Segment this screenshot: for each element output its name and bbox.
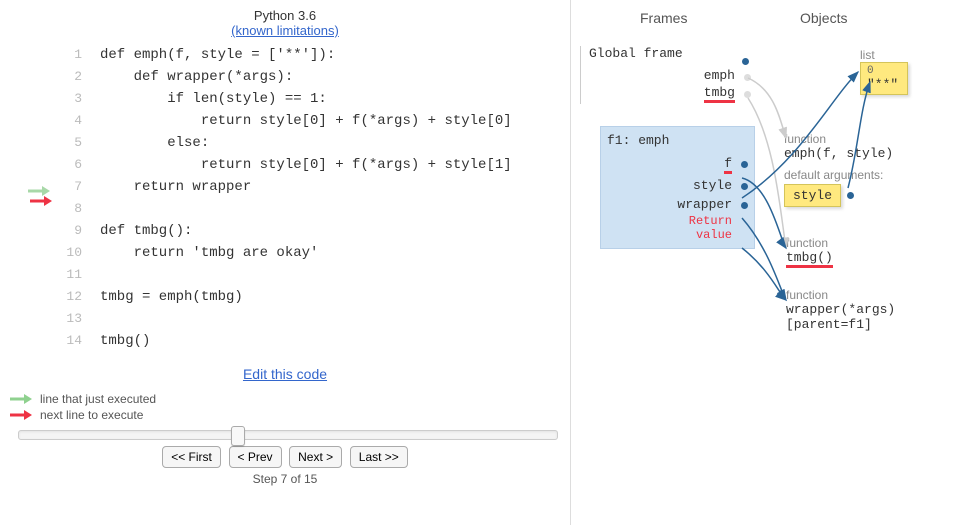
func-emph-sig: emph(f, style) — [784, 146, 893, 161]
step-label: Step 7 of 15 — [10, 472, 560, 486]
code-line-2: def wrapper(*args): — [100, 66, 293, 88]
step-controls: << First < Prev Next > Last >> — [10, 446, 560, 468]
code-area: 1def emph(f, style = ['**']): 2 def wrap… — [10, 44, 560, 352]
python-version: Python 3.6 — [254, 8, 316, 23]
frames-column: Global frame emph tmbg f1: emph f style … — [580, 46, 755, 249]
func-tmbg-sig: tmbg() — [786, 250, 833, 268]
f1-var-wrapper: wrapper — [677, 197, 732, 212]
f1-var-f: f — [724, 156, 732, 174]
last-button[interactable]: Last >> — [350, 446, 408, 468]
default-args-label: default arguments: — [784, 168, 883, 182]
code-line-3: if len(style) == 1: — [100, 88, 327, 110]
next-button[interactable]: Next > — [289, 446, 342, 468]
func-emph-object: function emph(f, style) — [784, 132, 893, 161]
code-line-14: tmbg() — [100, 330, 150, 352]
code-line-5: else: — [100, 132, 209, 154]
list-label: list — [860, 48, 908, 62]
legend-just-executed: line that just executed — [40, 392, 156, 406]
objects-header: Objects — [800, 10, 847, 26]
edit-code-link[interactable]: Edit this code — [243, 366, 327, 382]
f1-return-label: Returnvalue — [601, 214, 754, 242]
default-args: default arguments: style — [784, 168, 883, 207]
global-var-emph: emph — [704, 68, 735, 83]
func-emph-label: function — [784, 132, 893, 146]
legend: line that just executed next line to exe… — [10, 392, 560, 422]
right-panel: Frames Objects Global frame emph tmbg f1… — [570, 0, 961, 525]
first-button[interactable]: << First — [162, 446, 221, 468]
list-value: "**" — [867, 77, 901, 92]
func-wrapper-sig: wrapper(*args) [parent=f1] — [786, 302, 956, 332]
code-line-4: return style[0] + f(*args) + style[0] — [100, 110, 512, 132]
list-object: list 0 "**" — [860, 48, 908, 95]
known-limitations-link[interactable]: (known limitations) — [231, 23, 339, 38]
f1-frame-title: f1: emph — [601, 133, 754, 148]
func-tmbg-object: function tmbg() — [786, 236, 833, 268]
python-header: Python 3.6 (known limitations) — [10, 8, 560, 38]
code-line-1: def emph(f, style = ['**']): — [100, 44, 335, 66]
column-headers: Frames Objects — [640, 10, 961, 26]
code-line-7: return wrapper — [100, 176, 251, 198]
legend-arrow-green-icon — [10, 393, 36, 405]
frames-header: Frames — [640, 10, 780, 26]
code-line-10: return 'tmbg are okay' — [100, 242, 318, 264]
step-slider[interactable] — [18, 430, 558, 440]
f1-frame: f1: emph f style wrapper Returnvalue — [600, 126, 755, 249]
list-index: 0 — [867, 65, 901, 77]
global-frame-title: Global frame — [585, 46, 755, 61]
code-line-6: return style[0] + f(*args) + style[1] — [100, 154, 512, 176]
default-arg-style: style — [784, 184, 841, 207]
slider-thumb[interactable] — [231, 426, 245, 446]
func-tmbg-label: function — [786, 236, 833, 250]
legend-arrow-red-icon — [10, 409, 36, 421]
global-var-tmbg: tmbg — [704, 85, 735, 103]
func-wrapper-label: function — [786, 288, 956, 302]
legend-next-line: next line to execute — [40, 408, 143, 422]
f1-var-style: style — [693, 178, 732, 193]
func-wrapper-object: function wrapper(*args) [parent=f1] — [786, 288, 956, 332]
left-panel: Python 3.6 (known limitations) 1def emph… — [0, 0, 570, 525]
prev-button[interactable]: < Prev — [229, 446, 282, 468]
global-frame: Global frame emph tmbg — [580, 46, 755, 104]
code-line-9: def tmbg(): — [100, 220, 192, 242]
code-line-12: tmbg = emph(tmbg) — [100, 286, 243, 308]
